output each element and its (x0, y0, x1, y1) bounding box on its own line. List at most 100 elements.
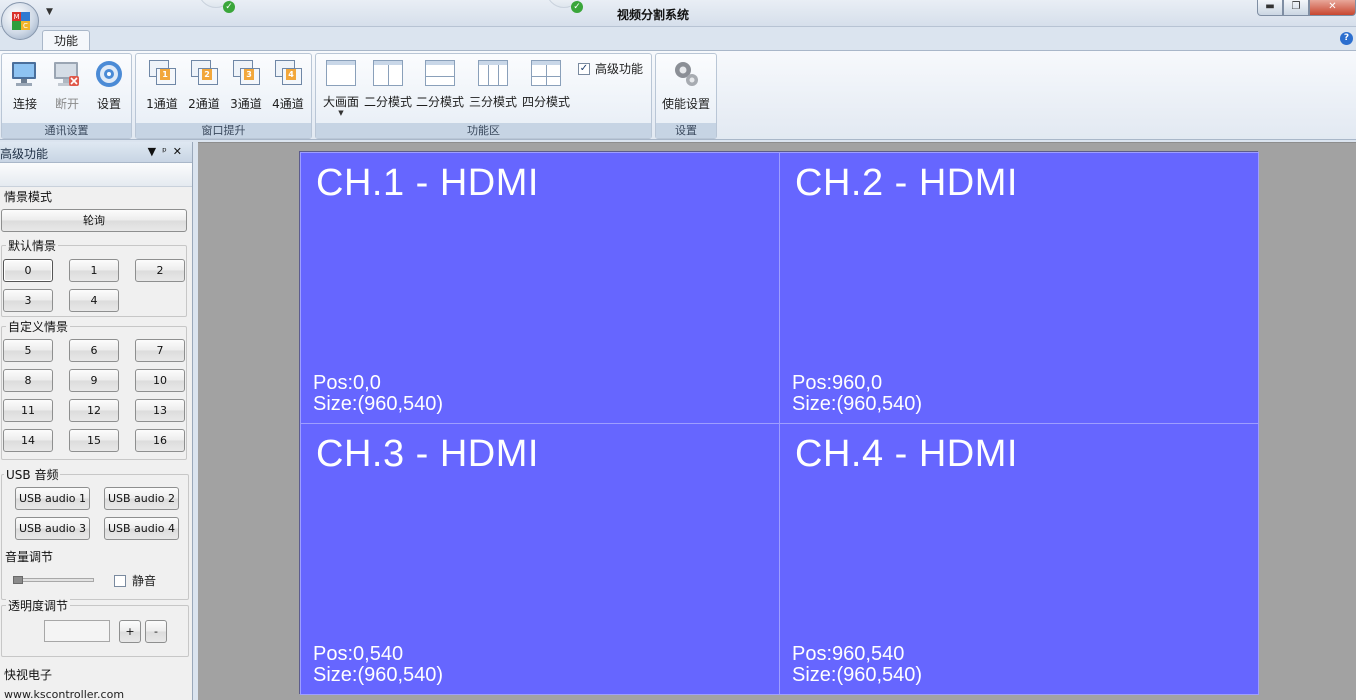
channel-window-icon: 1 (147, 58, 177, 86)
enable-settings-button[interactable]: 使能设置 (659, 58, 713, 112)
usb-audio-1-button[interactable]: USB audio 1 (15, 487, 90, 510)
two-split-vertical-icon (373, 60, 403, 86)
settings-gear-icon (93, 58, 125, 90)
ribbon: 连接 断开 设置 通讯设置 1 1通道 2 2通道 3 3通道 4 4通道 窗口… (0, 50, 1356, 140)
channel-1-button[interactable]: 1 1通道 (144, 58, 180, 112)
four-split-button[interactable]: 四分模式 (522, 58, 570, 110)
computer-connect-icon (9, 58, 41, 90)
scene-button-7[interactable]: 7 (135, 339, 185, 362)
channel-position: Pos:0,540 (313, 643, 404, 665)
scene-button-1[interactable]: 1 (69, 259, 119, 282)
scene-button-16[interactable]: 16 (135, 429, 185, 452)
gears-icon (670, 58, 702, 90)
scene-button-6[interactable]: 6 (69, 339, 119, 362)
channel-window-3[interactable]: CH.3 - HDMI Pos:0,540 Size:(960,540) (300, 423, 780, 695)
scene-button-8[interactable]: 8 (3, 369, 53, 392)
advanced-function-label: 高级功能 (595, 62, 644, 76)
connect-label: 连接 (12, 97, 37, 111)
scene-button-12[interactable]: 12 (69, 399, 119, 422)
ribbon-tab-row: 功能 ? (0, 27, 1356, 52)
opacity-plus-button[interactable]: + (119, 620, 141, 643)
default-scene-legend: 默认情景 (6, 237, 59, 254)
volume-slider[interactable] (14, 578, 94, 582)
tab-function[interactable]: 功能 (42, 30, 90, 52)
window-title: 视频分割系统 (616, 8, 689, 22)
opacity-minus-button[interactable]: - (145, 620, 167, 643)
settings-button[interactable]: 设置 (92, 58, 126, 112)
scene-button-15[interactable]: 15 (69, 429, 119, 452)
minimize-button[interactable]: ▬ (1257, 0, 1283, 16)
channel-2-label: 2通道 (188, 97, 220, 111)
two-split-vertical-label: 二分模式 (364, 95, 413, 109)
usb-audio-2-button[interactable]: USB audio 2 (104, 487, 179, 510)
custom-scene-legend: 自定义情景 (6, 318, 71, 335)
channel-title: CH.3 - HDMI (316, 433, 539, 475)
group-communication: 连接 断开 设置 通讯设置 (1, 53, 132, 139)
chevron-down-icon: ▼ (338, 109, 344, 117)
group-window-raise: 1 1通道 2 2通道 3 3通道 4 4通道 窗口提升 (135, 53, 312, 139)
two-split-vertical-button[interactable]: 二分模式 (364, 58, 412, 110)
pin-icon[interactable]: ᵖ (162, 145, 173, 158)
restore-button[interactable]: ❐ (1283, 0, 1309, 16)
scene-button-10[interactable]: 10 (135, 369, 185, 392)
video-wall-canvas: CH.1 - HDMI Pos:0,0 Size:(960,540) CH.2 … (299, 151, 1259, 695)
website-link[interactable]: www.kscontroller.com (4, 688, 124, 700)
three-split-button[interactable]: 三分模式 (469, 58, 517, 110)
three-split-icon (478, 60, 508, 86)
channel-2-button[interactable]: 2 2通道 (186, 58, 222, 112)
two-split-horizontal-label: 二分模式 (416, 95, 465, 109)
mc-logo-icon: M C (12, 12, 30, 30)
title-bar: ▼ ✓ ✓ 视频分割系统 ▬ ❐ ✕ (0, 0, 1356, 27)
scene-button-5[interactable]: 5 (3, 339, 53, 362)
usb-audio-4-button[interactable]: USB audio 4 (104, 517, 179, 540)
channel-4-button[interactable]: 4 4通道 (270, 58, 306, 112)
scene-button-0[interactable]: 0 (3, 259, 53, 282)
close-button[interactable]: ✕ (1309, 0, 1356, 16)
single-layout-icon (326, 60, 356, 86)
panel-header: 高级功能 ▼ᵖ✕ (0, 142, 192, 163)
help-icon[interactable]: ? (1340, 32, 1353, 45)
channel-3-button[interactable]: 3 3通道 (228, 58, 264, 112)
scene-button-4[interactable]: 4 (69, 289, 119, 312)
panel-menu-icon[interactable]: ▼ (148, 145, 162, 158)
polling-button[interactable]: 轮询 (1, 209, 187, 232)
application-menu-button[interactable]: M C (1, 2, 39, 40)
channel-size: Size:(960,540) (313, 664, 444, 686)
channel-title: CH.1 - HDMI (316, 162, 539, 204)
mute-checkbox[interactable]: 静音 (114, 572, 156, 589)
svg-text:C: C (23, 22, 28, 30)
close-icon[interactable]: ✕ (173, 145, 188, 158)
channel-position: Pos:960,540 (792, 643, 905, 665)
scene-button-9[interactable]: 9 (69, 369, 119, 392)
restore-icon: ❐ (1291, 1, 1301, 12)
usb-audio-3-button[interactable]: USB audio 3 (15, 517, 90, 540)
scene-mode-label: 情景模式 (4, 190, 53, 204)
two-split-horizontal-button[interactable]: 二分模式 (416, 58, 464, 110)
scene-button-2[interactable]: 2 (135, 259, 185, 282)
panel-controls: ▼ᵖ✕ (148, 145, 188, 158)
channel-size: Size:(960,540) (792, 393, 923, 415)
scene-button-3[interactable]: 3 (3, 289, 53, 312)
channel-window-2[interactable]: CH.2 - HDMI Pos:960,0 Size:(960,540) (779, 152, 1259, 424)
disconnect-button[interactable]: 断开 (50, 58, 84, 112)
advanced-function-checkbox[interactable]: ✓ 高级功能 (578, 60, 643, 77)
checkbox-checked-icon: ✓ (578, 62, 590, 75)
channel-window-4[interactable]: CH.4 - HDMI Pos:960,540 Size:(960,540) (779, 423, 1259, 695)
group-label-settings: 设置 (656, 123, 716, 138)
group-label-function-area: 功能区 (316, 123, 651, 138)
volume-label: 音量调节 (5, 550, 54, 564)
checkbox-unchecked-icon (114, 574, 126, 587)
mute-label: 静音 (132, 574, 157, 588)
channel-window-1[interactable]: CH.1 - HDMI Pos:0,0 Size:(960,540) (300, 152, 780, 424)
volume-slider-thumb[interactable] (13, 576, 23, 584)
opacity-input[interactable] (44, 620, 110, 642)
large-screen-button[interactable]: 大画面 ▼ (320, 58, 362, 117)
scene-button-14[interactable]: 14 (3, 429, 53, 452)
group-label-communication: 通讯设置 (2, 123, 131, 138)
group-function-area: 大画面 ▼ 二分模式 二分模式 三分模式 四分模式 ✓ 高级功能 功能区 (315, 53, 652, 139)
connect-button[interactable]: 连接 (8, 58, 42, 112)
scene-button-11[interactable]: 11 (3, 399, 53, 422)
close-icon: ✕ (1328, 1, 1337, 12)
scene-button-13[interactable]: 13 (135, 399, 185, 422)
channel-size: Size:(960,540) (792, 664, 923, 686)
